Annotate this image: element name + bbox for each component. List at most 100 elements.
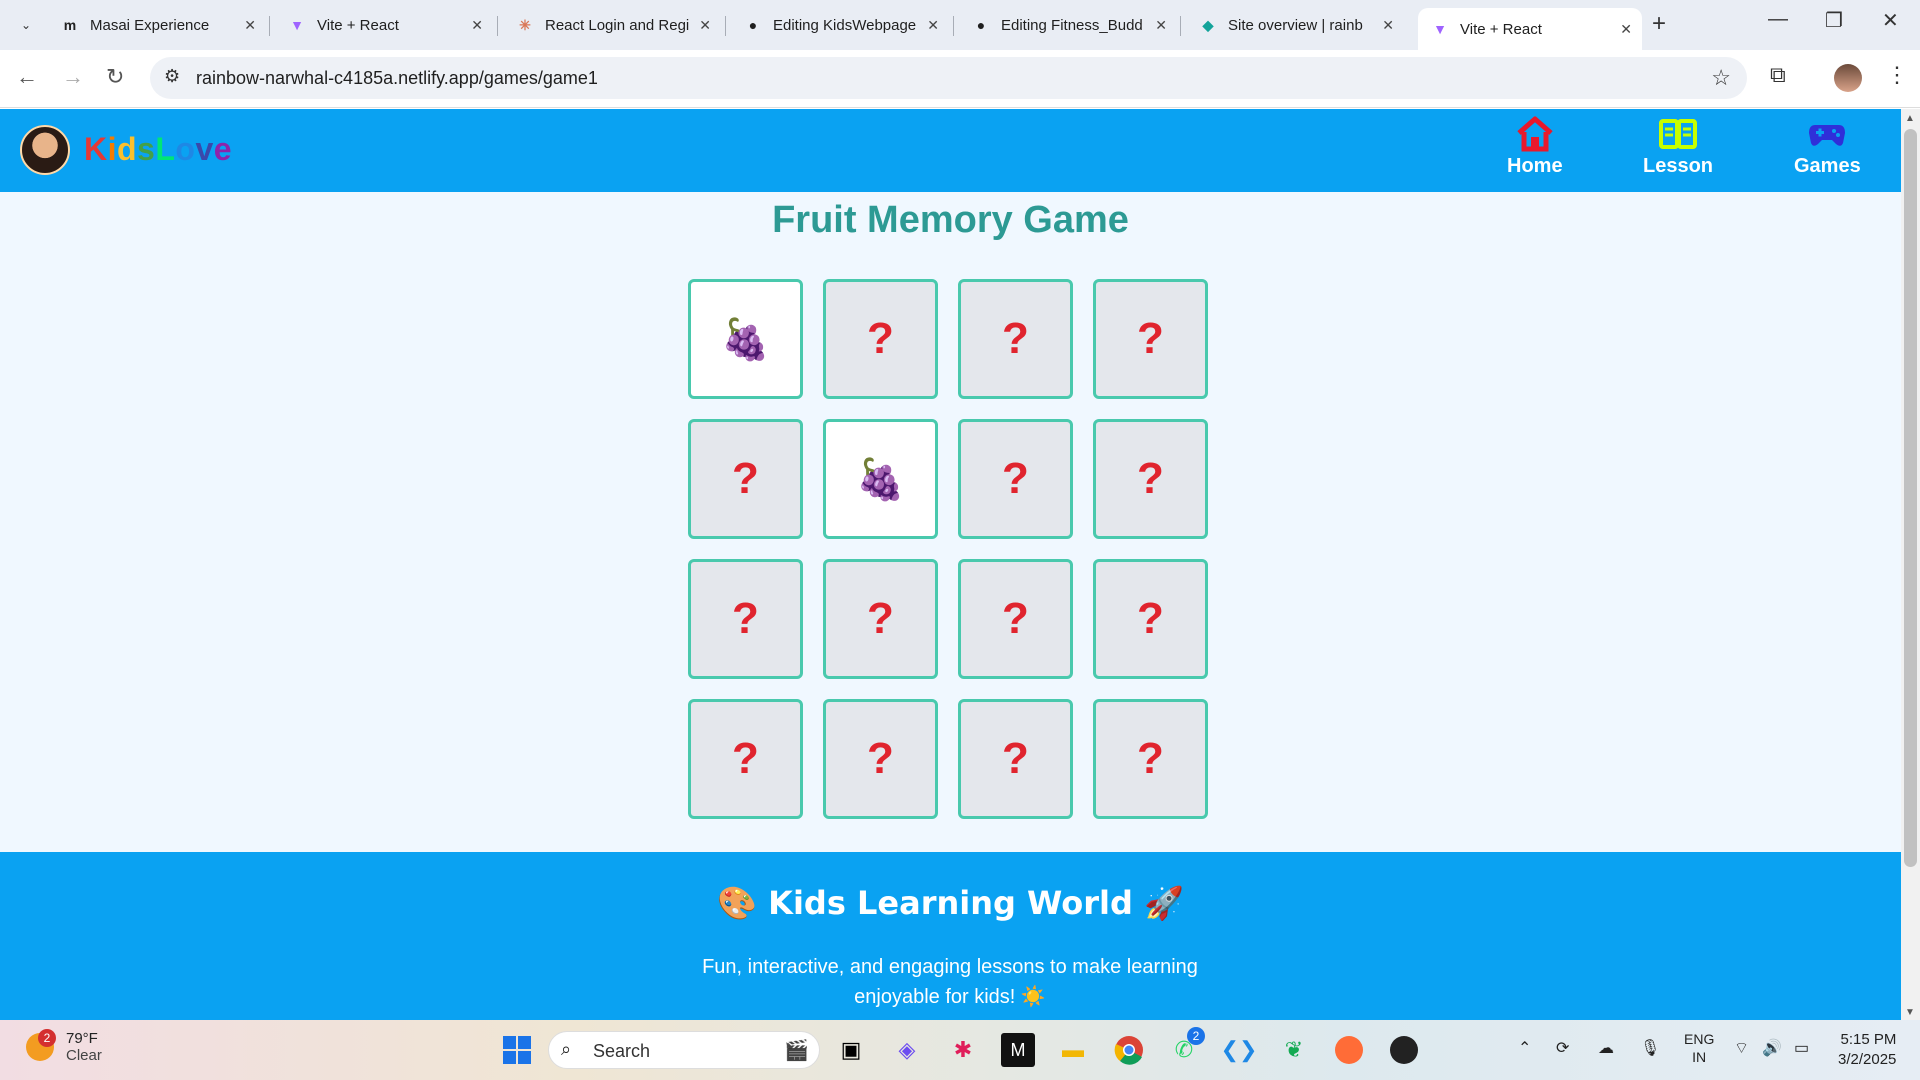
back-icon[interactable]: ← <box>16 64 38 90</box>
nav-home[interactable]: Home <box>1507 115 1563 178</box>
lang-line2: IN <box>1692 1049 1707 1065</box>
memory-card-hidden[interactable]: ? <box>958 559 1073 679</box>
chrome-icon[interactable] <box>1112 1033 1146 1067</box>
file-explorer-icon[interactable]: ▬ <box>1056 1033 1090 1067</box>
search-icon: ⌕ <box>561 1039 572 1059</box>
close-tab-icon[interactable]: ✕ <box>1382 17 1394 34</box>
close-tab-icon[interactable]: ✕ <box>927 17 939 34</box>
new-tab-button[interactable]: + <box>1652 10 1666 38</box>
question-mark-icon: ? <box>1137 454 1164 503</box>
memory-card-hidden[interactable]: ? <box>1093 699 1208 819</box>
site-header: KidsLove Home Lesson Games <box>0 109 1901 192</box>
postman-icon[interactable] <box>1332 1033 1366 1067</box>
masai-app-icon[interactable]: M <box>1001 1033 1035 1067</box>
microphone-icon[interactable]: 🎙 <box>1640 1038 1660 1058</box>
memory-card-hidden[interactable]: ? <box>823 279 938 399</box>
browser-tab[interactable]: ● Editing KidsWebpage ✕ <box>731 8 949 42</box>
wifi-icon[interactable]: ⌔ <box>1734 1038 1749 1058</box>
memory-card-hidden[interactable]: ? <box>823 559 938 679</box>
nav-lesson-label: Lesson <box>1643 155 1714 177</box>
extensions-icon[interactable]: ⧉ <box>1770 62 1786 88</box>
nav-games[interactable]: Games <box>1794 115 1861 178</box>
site-info-icon[interactable]: ⚙ <box>164 66 180 87</box>
question-mark-icon: ? <box>1137 594 1164 643</box>
memory-card-revealed[interactable]: 🍇 <box>688 279 803 399</box>
page-scrollbar[interactable]: ▲ ▼ <box>1901 109 1920 1020</box>
address-bar[interactable]: ⚙ rainbow-narwhal-c4185a.netlify.app/gam… <box>150 57 1747 99</box>
brand-logo[interactable]: KidsLove <box>84 131 232 168</box>
whatsapp-badge: 2 <box>1187 1027 1205 1045</box>
brand-letter: v <box>195 131 214 167</box>
tray-chevron-icon[interactable]: ⌃ <box>1518 1038 1531 1058</box>
windows-start-icon[interactable] <box>500 1033 534 1067</box>
url-text[interactable]: rainbow-narwhal-c4185a.netlify.app/games… <box>196 68 598 89</box>
taskbar-search[interactable]: ⌕ Search 🎬 <box>548 1031 820 1069</box>
browser-tab[interactable]: ▼ Vite + React ✕ <box>275 8 493 42</box>
close-tab-icon[interactable]: ✕ <box>471 17 483 34</box>
nav-lesson[interactable]: Lesson <box>1643 115 1713 178</box>
memory-card-hidden[interactable]: ? <box>1093 559 1208 679</box>
slack-icon[interactable]: ✱ <box>946 1033 980 1067</box>
tab-separator <box>953 16 954 36</box>
battery-icon[interactable]: ▭ <box>1794 1038 1809 1058</box>
weather-badge: 2 <box>38 1029 56 1047</box>
browser-tab[interactable]: m Masai Experience ✕ <box>48 8 266 42</box>
browser-tab[interactable]: ✳ React Login and Regi ✕ <box>503 8 721 42</box>
memory-card-hidden[interactable]: ? <box>1093 279 1208 399</box>
memory-card-hidden[interactable]: ? <box>688 699 803 819</box>
language-indicator[interactable]: ENG IN <box>1684 1030 1714 1066</box>
vscode-icon[interactable]: ❮❯ <box>1221 1033 1258 1067</box>
memory-card-hidden[interactable]: ? <box>958 279 1073 399</box>
browser-tab[interactable]: ● Editing Fitness_Budd ✕ <box>959 8 1177 42</box>
question-mark-icon: ? <box>867 734 894 783</box>
reload-icon[interactable]: ↻ <box>106 64 124 90</box>
github-logo-icon: ● <box>976 17 986 33</box>
scroll-down-icon[interactable]: ▼ <box>1905 1007 1915 1018</box>
tab-separator <box>1180 16 1181 36</box>
memory-card-hidden[interactable]: ? <box>688 419 803 539</box>
onedrive-icon[interactable]: ☁ <box>1598 1038 1614 1058</box>
scroll-up-icon[interactable]: ▲ <box>1905 113 1915 124</box>
volume-icon[interactable]: 🔊 <box>1762 1038 1782 1058</box>
obs-icon[interactable] <box>1387 1033 1421 1067</box>
close-tab-icon[interactable]: ✕ <box>1155 17 1167 34</box>
brand-letter: i <box>107 131 117 167</box>
forward-icon[interactable]: → <box>62 64 84 90</box>
task-view-icon[interactable]: ▣ <box>834 1033 868 1067</box>
question-mark-icon: ? <box>867 594 894 643</box>
nav-home-label: Home <box>1507 155 1563 177</box>
scrollbar-thumb[interactable] <box>1904 129 1917 867</box>
tab-title: Site overview | rainb <box>1228 16 1363 34</box>
logo-avatar[interactable] <box>20 125 70 175</box>
browser-tab[interactable]: ▼ Vite + React ✕ <box>1418 8 1642 50</box>
memory-card-hidden[interactable]: ? <box>958 699 1073 819</box>
clock[interactable]: 5:15 PM 3/2/2025 <box>1838 1030 1896 1070</box>
brand-letter: K <box>84 131 108 167</box>
tab-search-chevron-icon[interactable]: ⌄ <box>14 13 38 37</box>
memory-card-revealed[interactable]: 🍇 <box>823 419 938 539</box>
memory-card-hidden[interactable]: ? <box>823 699 938 819</box>
tab-title: Editing Fitness_Budd <box>1001 16 1143 34</box>
weather-widget[interactable]: 2 79°F Clear <box>26 1029 102 1064</box>
memory-card-hidden[interactable]: ? <box>1093 419 1208 539</box>
sync-icon[interactable]: ⟳ <box>1556 1038 1569 1058</box>
restore-icon[interactable]: ❐ <box>1825 8 1843 33</box>
question-mark-icon: ? <box>1002 594 1029 643</box>
site-footer: 🎨 Kids Learning World 🚀 Fun, interactive… <box>0 852 1901 1020</box>
profile-avatar[interactable] <box>1834 64 1862 92</box>
bookmark-star-icon[interactable]: ☆ <box>1711 65 1731 91</box>
mongodb-icon[interactable]: ❦ <box>1277 1033 1311 1067</box>
menu-kebab-icon[interactable]: ⋮ <box>1886 62 1908 88</box>
memory-card-hidden[interactable]: ? <box>688 559 803 679</box>
minimize-icon[interactable]: — <box>1768 8 1788 31</box>
close-tab-icon[interactable]: ✕ <box>244 17 256 34</box>
browser-tab[interactable]: ◆ Site overview | rainb ✕ <box>1186 8 1404 42</box>
close-tab-icon[interactable]: ✕ <box>1620 21 1632 38</box>
browser-tab-strip: ⌄ m Masai Experience ✕ ▼ Vite + React ✕ ✳ React… <box>0 0 1920 50</box>
close-tab-icon[interactable]: ✕ <box>699 17 711 34</box>
close-window-icon[interactable]: ✕ <box>1882 8 1899 33</box>
memory-card-hidden[interactable]: ? <box>958 419 1073 539</box>
grapes-icon: 🍇 <box>855 457 906 502</box>
copilot-icon[interactable]: ◈ <box>890 1033 924 1067</box>
whatsapp-icon[interactable]: ✆ 2 <box>1167 1027 1205 1067</box>
